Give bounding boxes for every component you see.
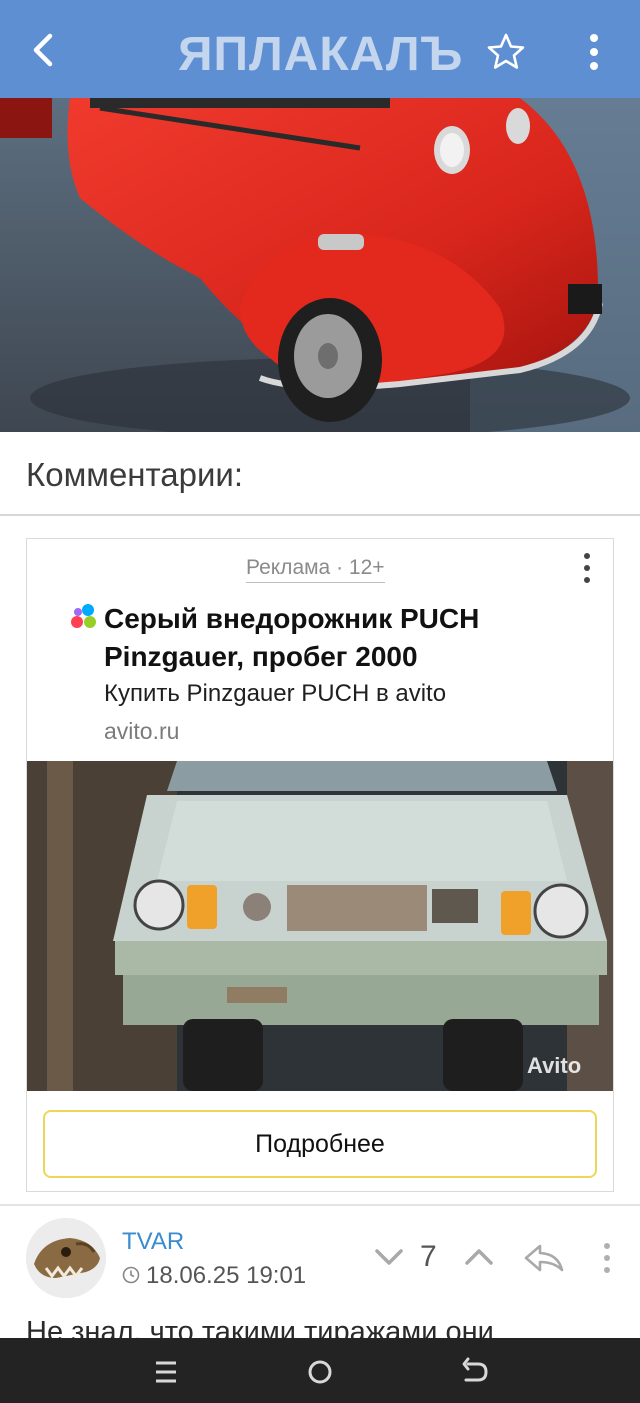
divider: [0, 514, 640, 516]
comment-date: 18.06.25 19:01: [146, 1262, 307, 1289]
avito-logo-icon: [71, 604, 96, 628]
ad-subtitle: Купить Pinzgauer PUCH в avito: [104, 680, 447, 707]
site-logo[interactable]: ЯПЛАКАЛЪ: [178, 24, 468, 80]
star-outline-icon[interactable]: [486, 32, 526, 72]
ad-domain: avito.ru: [104, 718, 180, 744]
system-nav-bar: [0, 1338, 640, 1403]
comments-heading: Комментарии:: [26, 456, 244, 493]
comment-author[interactable]: TVAR: [122, 1228, 184, 1256]
avatar[interactable]: [26, 1218, 106, 1298]
vote-down-icon[interactable]: [372, 1242, 406, 1272]
home-icon[interactable]: [300, 1352, 340, 1392]
svg-text:Avito: Avito: [527, 1053, 581, 1078]
ad-more-button[interactable]: Подробнее: [43, 1110, 597, 1178]
divider: [0, 1204, 640, 1206]
svg-text:ЯПЛАКАЛЪ: ЯПЛАКАЛЪ: [178, 28, 463, 80]
ad-title[interactable]: Серый внедорожник PUCH Pinzgauer, пробег…: [104, 600, 584, 676]
back-icon[interactable]: [454, 1352, 494, 1392]
post-photo: [0, 98, 640, 432]
reply-icon[interactable]: [522, 1240, 566, 1276]
ad-label: Реклама · 12+: [246, 556, 385, 583]
comment-rating: 7: [420, 1240, 437, 1273]
chevron-left-icon[interactable]: [22, 28, 66, 72]
ad-photo[interactable]: Avito: [27, 761, 613, 1091]
vertical-dots-icon[interactable]: [578, 30, 610, 74]
vote-up-icon[interactable]: [462, 1242, 496, 1272]
clock-icon: [122, 1266, 140, 1284]
recents-icon[interactable]: [146, 1352, 186, 1392]
comment-vertical-dots-icon[interactable]: [596, 1240, 618, 1276]
top-app-bar: ЯПЛАКАЛЪ: [0, 0, 640, 98]
ad-vertical-dots-icon[interactable]: [574, 550, 600, 586]
